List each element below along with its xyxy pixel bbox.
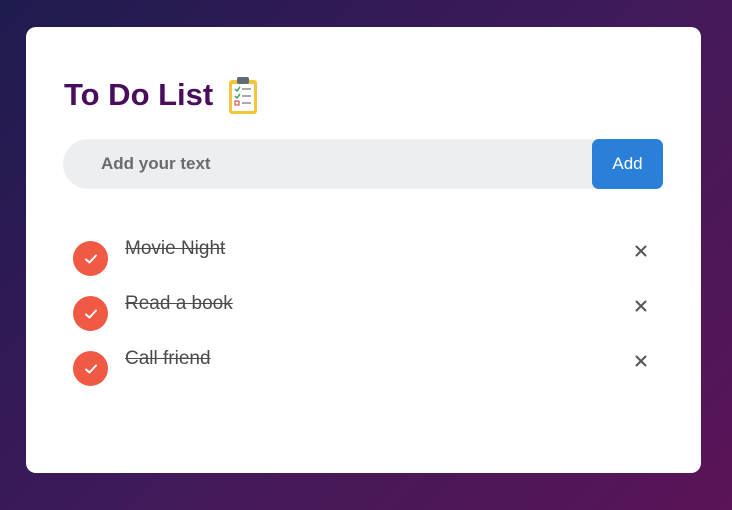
add-task-row: Add (63, 138, 663, 190)
header: To Do List (64, 75, 259, 115)
page-title: To Do List (64, 77, 214, 112)
add-button[interactable]: Add (592, 139, 663, 189)
task-input[interactable] (63, 138, 592, 190)
task-item[interactable]: Read a book (73, 281, 653, 336)
checked-icon[interactable] (73, 296, 108, 331)
close-icon[interactable] (629, 239, 653, 263)
task-item[interactable]: Call friend (73, 336, 653, 391)
close-icon[interactable] (629, 349, 653, 373)
task-label: Call friend (125, 347, 211, 369)
checked-icon[interactable] (73, 241, 108, 276)
close-icon[interactable] (629, 294, 653, 318)
todo-card: To Do List Add Movie Night (26, 27, 701, 473)
task-label: Movie Night (125, 237, 226, 259)
task-list: Movie Night Read a book Call friend (73, 226, 653, 391)
checked-icon[interactable] (73, 351, 108, 386)
clipboard-icon (227, 75, 259, 115)
task-label: Read a book (125, 292, 233, 314)
task-item[interactable]: Movie Night (73, 226, 653, 281)
